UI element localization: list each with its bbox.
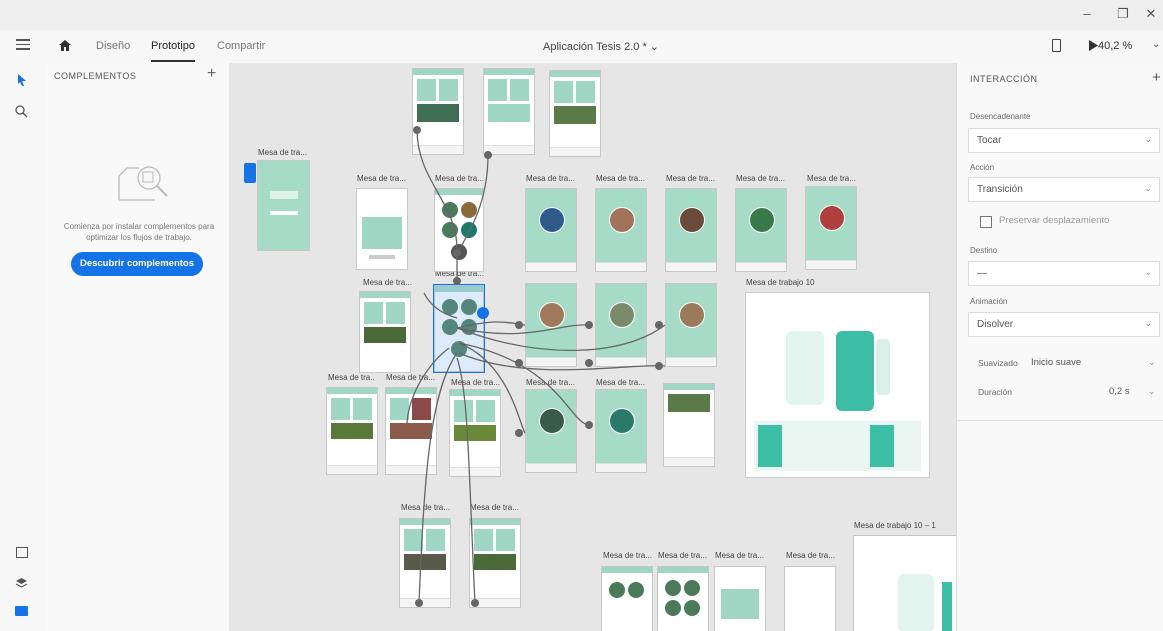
- panel-title: COMPLEMENTOS: [54, 71, 137, 81]
- layers-icon[interactable]: [15, 577, 28, 588]
- chevron-down-icon: ⌄: [1144, 267, 1152, 277]
- add-interaction-icon[interactable]: +: [1152, 69, 1161, 86]
- tab-diseno[interactable]: Diseño: [96, 40, 130, 52]
- empty-state-text: Comienza por instalar complementos para …: [63, 222, 215, 242]
- interaction-header: INTERACCIÓN: [970, 74, 1038, 84]
- zoom-level[interactable]: 40,2 %: [1098, 40, 1132, 52]
- plugins-panel: COMPLEMENTOS + Comienza por instalar com…: [45, 63, 230, 631]
- duration-label: Duración: [978, 387, 1013, 397]
- device-preview-icon[interactable]: [1052, 39, 1061, 52]
- preserve-scroll-label: Preservar desplazamiento: [999, 215, 1110, 226]
- add-plugin-icon[interactable]: +: [207, 65, 216, 83]
- prototype-wires: [406, 126, 666, 607]
- zoom-tool-icon[interactable]: [15, 105, 28, 118]
- chevron-down-icon[interactable]: ⌄: [1148, 357, 1156, 368]
- duration-value[interactable]: 0,2 s: [1109, 386, 1130, 397]
- easing-select[interactable]: Inicio suave: [1031, 357, 1081, 368]
- home-icon[interactable]: [58, 39, 72, 52]
- chevron-down-icon: ⌄: [1144, 134, 1152, 144]
- plugin-search-illustration-icon: [118, 166, 168, 201]
- destination-value: —: [977, 268, 987, 279]
- trigger-value: Tocar: [977, 135, 1002, 146]
- restore-button[interactable]: ❐: [1113, 6, 1133, 24]
- prototype-canvas[interactable]: Mesa de tra... Mesa de tra... Mesa de tr…: [229, 63, 956, 631]
- app-toolbar: Diseño Prototipo Compartir Aplicación Te…: [0, 30, 1163, 64]
- tab-prototipo[interactable]: Prototipo: [151, 40, 196, 62]
- animation-value: Disolver: [977, 319, 1014, 330]
- action-value: Transición: [977, 184, 1023, 195]
- animation-label: Animación: [970, 297, 1008, 306]
- interaction-panel: INTERACCIÓN + Desencadenante Tocar ⌄ Acci…: [956, 63, 1163, 631]
- preserve-scroll-checkbox[interactable]: [980, 216, 992, 228]
- easing-label: Suavizado: [978, 358, 1018, 368]
- document-title[interactable]: Aplicación Tesis 2.0 * ⌄: [543, 40, 659, 53]
- tool-strip: [0, 63, 46, 631]
- tab-compartir[interactable]: Compartir: [217, 40, 265, 52]
- assets-icon[interactable]: [16, 547, 28, 558]
- hamburger-menu-icon[interactable]: [16, 39, 30, 50]
- chevron-down-icon[interactable]: ⌄: [1148, 386, 1156, 397]
- trigger-select[interactable]: Tocar ⌄: [968, 128, 1160, 153]
- play-icon[interactable]: [1088, 40, 1098, 51]
- trigger-label: Desencadenante: [970, 112, 1031, 121]
- action-select[interactable]: Transición ⌄: [968, 177, 1160, 202]
- title-bar: – ❐ ✕: [0, 0, 1163, 30]
- select-tool-icon[interactable]: [17, 74, 27, 87]
- chevron-down-icon: ⌄: [1144, 183, 1152, 193]
- destination-select[interactable]: — ⌄: [968, 261, 1160, 286]
- panel-divider: [957, 420, 1163, 421]
- minimize-button[interactable]: –: [1077, 6, 1097, 24]
- close-button[interactable]: ✕: [1141, 6, 1161, 24]
- zoom-chevron-icon[interactable]: ⌄: [1152, 39, 1160, 50]
- plugins-icon[interactable]: [15, 606, 28, 616]
- action-label: Acción: [970, 163, 995, 172]
- discover-plugins-button[interactable]: Descubrir complementos: [71, 252, 203, 276]
- chevron-down-icon: ⌄: [1144, 318, 1152, 328]
- destination-label: Destino: [970, 246, 998, 255]
- animation-select[interactable]: Disolver ⌄: [968, 312, 1160, 337]
